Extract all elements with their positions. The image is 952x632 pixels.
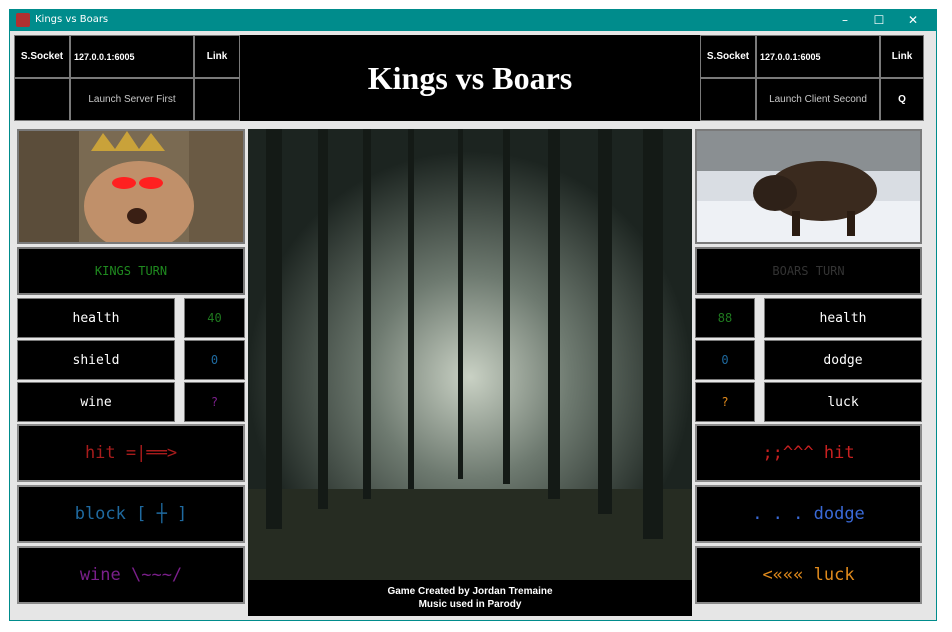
left-socket-label: S.Socket: [14, 35, 70, 78]
left-link-button[interactable]: Link: [194, 35, 240, 78]
boar-luck-value: ?: [695, 382, 755, 422]
right-socket-label: S.Socket: [700, 35, 756, 78]
left-empty-cell-2: [194, 78, 240, 121]
king-block-button[interactable]: block [ ┼ ]: [17, 485, 245, 543]
boar-hit-button[interactable]: ;;^^^ hit: [695, 424, 922, 482]
forest-scene-image: [248, 129, 692, 580]
credits-line-1: Game Created by Jordan Tremaine: [387, 586, 553, 597]
king-hit-button[interactable]: hit =|══>: [17, 424, 245, 482]
maximize-button[interactable]: ☐: [862, 10, 896, 31]
game-client-area: S.Socket 127.0.0.1:6005 Link Launch Serv…: [14, 35, 931, 618]
king-shield-label: shield: [17, 340, 175, 380]
left-empty-cell: [14, 78, 70, 121]
close-button[interactable]: ✕: [896, 10, 930, 31]
boar-luck-label: luck: [764, 382, 922, 422]
app-icon: [16, 13, 30, 27]
credits-line-2: Music used in Parody: [418, 599, 522, 610]
left-address-input[interactable]: 127.0.0.1:6005: [70, 35, 194, 78]
boars-turn-indicator: BOARS TURN: [695, 247, 922, 295]
window-title: Kings vs Boars: [35, 14, 109, 25]
app-window: Kings vs Boars – ☐ ✕ S.Socket 127.0.0.1:…: [9, 9, 937, 621]
boar-luck-button[interactable]: <««« luck: [695, 546, 922, 604]
kings-turn-indicator: KINGS TURN: [17, 247, 245, 295]
minimize-button[interactable]: –: [828, 10, 862, 31]
right-link-button[interactable]: Link: [880, 35, 924, 78]
boar-portrait: [695, 129, 922, 244]
king-shield-value: 0: [184, 340, 245, 380]
game-title: Kings vs Boars: [240, 35, 700, 121]
king-health-label: health: [17, 298, 175, 338]
king-wine-label: wine: [17, 382, 175, 422]
boar-health-value: 88: [695, 298, 755, 338]
launch-server-button[interactable]: Launch Server First: [70, 78, 194, 121]
king-health-value: 40: [184, 298, 245, 338]
launch-client-button[interactable]: Launch Client Second: [756, 78, 880, 121]
right-empty-cell: [700, 78, 756, 121]
boar-dodge-value: 0: [695, 340, 755, 380]
boar-health-label: health: [764, 298, 922, 338]
king-wine-button[interactable]: wine \~~~/: [17, 546, 245, 604]
right-address-input[interactable]: 127.0.0.1:6005: [756, 35, 880, 78]
credits-panel: Game Created by Jordan Tremaine Music us…: [248, 580, 692, 616]
boar-dodge-button[interactable]: . . . dodge: [695, 485, 922, 543]
title-bar: Kings vs Boars – ☐ ✕: [10, 10, 936, 31]
quit-button[interactable]: Q: [880, 78, 924, 121]
king-portrait: [17, 129, 245, 244]
king-wine-value: ?: [184, 382, 245, 422]
boar-dodge-label: dodge: [764, 340, 922, 380]
